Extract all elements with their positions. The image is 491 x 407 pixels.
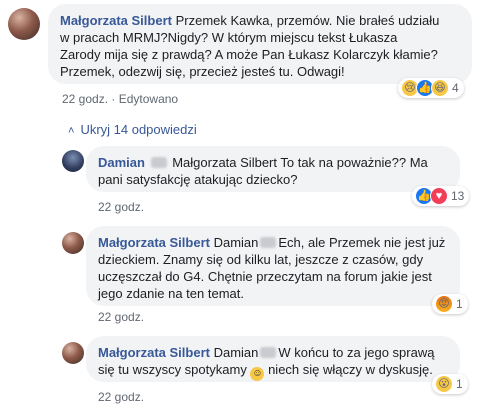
reaction-count: 4 [452,81,459,95]
chevron-up-icon: ˄ [68,125,75,137]
haha-icon: 😆 [431,79,449,97]
mention-link[interactable]: Damian [214,235,259,250]
reaction-summary[interactable]: 👍 ♥ 13 [412,186,470,206]
comment-text-line: jego zdanie na ten temat. [98,286,244,301]
avatar[interactable] [62,150,84,172]
angry-icon: 😡 [435,295,453,313]
comment-author[interactable]: Damian [98,155,145,170]
redacted-surname [260,347,277,358]
mention-link[interactable]: Damian [214,345,259,360]
comment-text-line: pani satysfakcję atakując dziecko? [98,172,298,187]
hide-replies-link[interactable]: ˄ Ukryj 14 odpowiedzi [68,122,197,137]
comment-time[interactable]: 22 godz. [98,310,144,324]
comment-author[interactable]: Małgorzata Silbert [60,13,172,28]
wow-icon: 😮 [435,375,453,393]
comment-text-line: dzieckiem. Znamy się od kilku lat, jeszc… [98,252,424,267]
comment-bubble: Małgorzata Silbert Przemek Kawka, przemó… [48,4,472,84]
comment-text-line: Ech, ale Przemek nie jest już [278,235,446,250]
reaction-summary[interactable]: 😡 1 [432,294,468,314]
comment-text-line: Małgorzata Silbert To tak na poważnie?? … [172,155,428,170]
comment-time[interactable]: 22 godz. [98,200,144,214]
comment-time[interactable]: 22 godz. [62,92,108,106]
comment-text-line: W końcu to za jego sprawą [278,345,435,360]
comment-text-line: Przemek, odezwij się, przecież jesteś tu… [60,64,345,79]
hide-replies-label: Ukryj 14 odpowiedzi [80,122,197,137]
reaction-count: 1 [456,377,463,391]
meta-separator: · [111,92,116,106]
comment-bubble: Małgorzata Silbert Damian Ech, ale Przeme… [86,226,460,306]
comment-bubble: Damian Małgorzata Silbert To tak na powa… [86,146,460,192]
comment-bubble: Małgorzata Silbert Damian W końcu to za j… [86,336,460,382]
comment-text-line: Zarody mija się z prawdą? A może Pan Łuk… [60,47,438,62]
reaction-summary[interactable]: 😢 👍 😆 4 [398,78,464,98]
reaction-count: 1 [456,297,463,311]
comment-text-line: uczęszczał do G4. Chętnie przeczytam na … [98,269,432,284]
avatar[interactable] [8,8,40,40]
redacted-surname [260,237,277,248]
comment-meta: 22 godz. · Edytowano [62,92,178,106]
smile-emoji-icon: ☺ [250,367,265,381]
comment-author[interactable]: Małgorzata Silbert [98,235,210,250]
love-icon: ♥ [430,187,448,205]
comment-text-line: niech się włączy w dyskusję. [268,362,433,377]
comment-text-line: w pracach MRMJ?Nigdy? W którym miejscu t… [60,30,398,45]
avatar[interactable] [62,232,84,254]
avatar[interactable] [62,342,84,364]
edited-label[interactable]: Edytowano [119,92,178,106]
reaction-count: 13 [451,189,465,203]
comment-text-line: Przemek Kawka, przemów. Nie brałeś udzia… [175,13,440,28]
comment-time[interactable]: 22 godz. [98,390,144,404]
redacted-surname [150,157,167,168]
comment-text-line: się tu wszyscy spotykamy [98,362,247,377]
reaction-summary[interactable]: 😮 1 [432,374,468,394]
comment-author[interactable]: Małgorzata Silbert [98,345,210,360]
